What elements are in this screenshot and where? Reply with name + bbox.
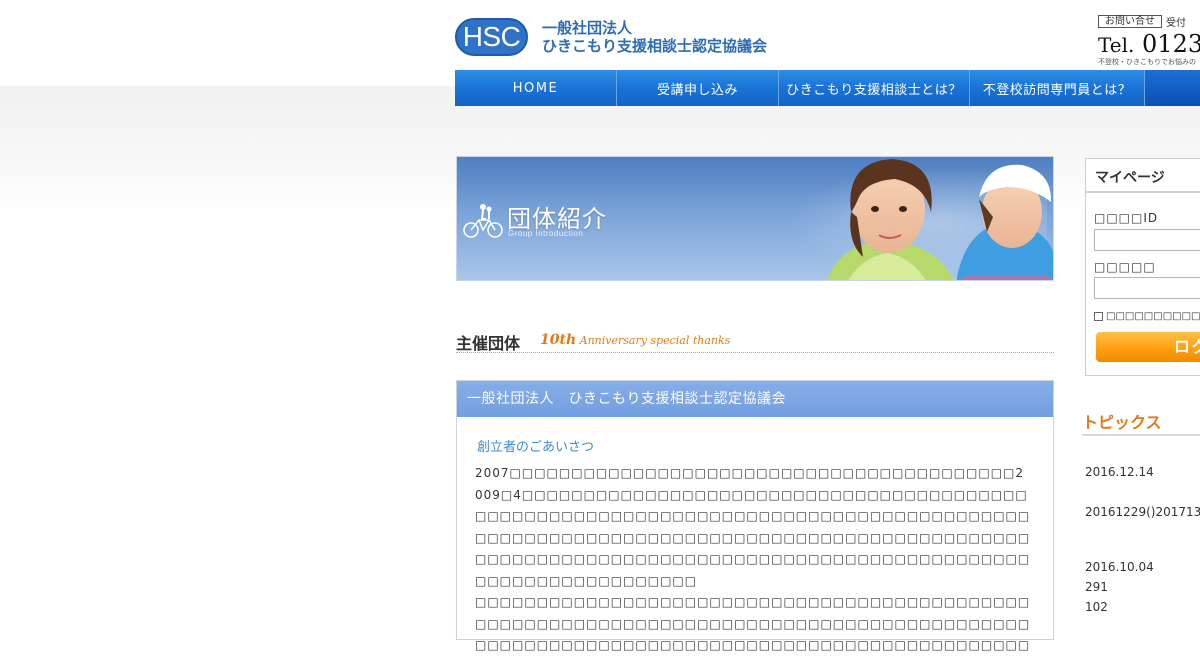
founder-greeting-title: 創立者のごあいさつ [477,440,595,455]
founder-greeting-body: 2007□□□□□□□□□□□□□□□□□□□□□□□□□□□□□□□□□□□□… [475,463,1031,657]
member-id-label: □□□□ID [1094,211,1159,225]
greeting-paragraph-1: 2007□□□□□□□□□□□□□□□□□□□□□□□□□□□□□□□□□□□□… [475,466,1031,588]
remember-login[interactable]: □□□□□□□□□□□□□□ [1094,311,1200,322]
topic-link-continued[interactable]: 102 [1085,600,1108,614]
remember-label: □□□□□□□□□□□□□□ [1106,311,1200,322]
banner-photo [827,159,1053,280]
logo-org-line2: ひきこもり支援相談士認定協議会 [542,37,768,55]
anniversary-tagline: 10th Anniversary special thanks [540,332,730,348]
nav-more[interactable] [1145,70,1200,106]
nav-about-visitor[interactable]: 不登校訪問専門員とは？ [970,70,1145,106]
phone-number[interactable]: Tel. 0123- [1098,30,1200,59]
contact-hours: 受付 [1166,18,1186,29]
logo-org-name: 一般社団法人 ひきこもり支援相談士認定協議会 [542,19,767,55]
topic-date: 2016.12.14 [1085,465,1154,479]
login-button[interactable]: ログ [1096,332,1200,362]
logo-badge: HSC [455,18,528,56]
topic-link[interactable]: 20161229()201713 [1085,505,1200,519]
organization-header: 一般社団法人 ひきこもり支援相談士認定協議会 [457,381,1053,417]
contact-label: お問い合せ [1098,15,1162,28]
mypage-login-panel: マイページ □□□□ID □□□□□ □□□□□□□□□□□□□□ ログ [1085,158,1200,376]
main-nav: HOME 受講申し込み ひきこもり支援相談士とは？ 不登校訪問専門員とは？ [455,70,1200,106]
contact-block: お問い合せ 受付 Tel. 0123- 不登校・ひきこもりでお悩みの [1098,14,1200,67]
anniversary-number: 10th [540,332,577,348]
nav-apply[interactable]: 受講申し込み [617,70,779,106]
topics-title: トピックス [1082,409,1200,436]
nav-about-counselor[interactable]: ひきこもり支援相談士とは？ [779,70,970,106]
phone-digits: 0123- [1142,30,1200,58]
site-logo[interactable]: HSC 一般社団法人 ひきこもり支援相談士認定協議会 [455,18,767,56]
logo-org-line1: 一般社団法人 [542,19,633,37]
greeting-paragraph-2: □□□□□□□□□□□□□□□□□□□□□□□□□□□□□□□□□□□□□□□□… [475,595,1031,652]
bicycle-icon [463,204,503,238]
mypage-title: マイページ [1086,159,1200,193]
banner-subtitle: Group Introduction [508,229,584,238]
member-id-input[interactable] [1094,229,1200,251]
phone-prefix: Tel. [1098,33,1135,57]
topic-link[interactable]: 291 [1085,580,1108,594]
organization-panel: 一般社団法人 ひきこもり支援相談士認定協議会 創立者のごあいさつ 2007□□□… [456,380,1054,652]
password-input[interactable] [1094,277,1200,299]
page-banner: 団体紹介 Group Introduction [456,156,1054,281]
contact-note: 不登校・ひきこもりでお悩みの [1098,58,1196,66]
topic-date: 2016.10.04 [1085,560,1154,574]
remember-checkbox[interactable] [1094,312,1103,321]
nav-home[interactable]: HOME [455,70,617,106]
section-title: 主催団体 [456,334,521,353]
section-heading: 主催団体 10th Anniversary special thanks [456,330,1054,353]
password-label: □□□□□ [1094,260,1156,274]
anniversary-text: Anniversary special thanks [576,334,731,347]
